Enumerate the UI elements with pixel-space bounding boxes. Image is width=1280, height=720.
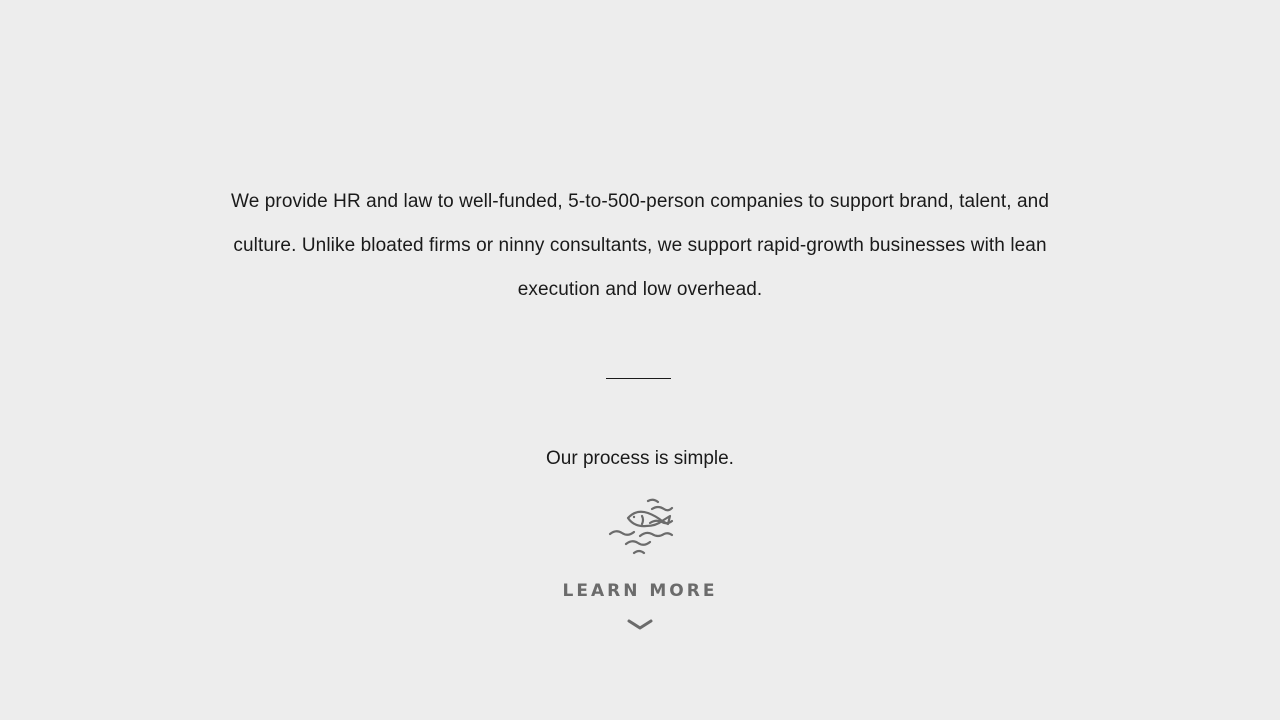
chevron-down-icon[interactable]	[626, 618, 654, 632]
fish-waves-icon	[608, 498, 674, 555]
intro-paragraph: We provide HR and law to well-funded, 5-…	[231, 191, 1049, 300]
process-heading: Our process is simple.	[546, 448, 734, 469]
learn-more-link[interactable]: LEARN MORE	[560, 581, 720, 601]
section-divider	[606, 378, 671, 379]
